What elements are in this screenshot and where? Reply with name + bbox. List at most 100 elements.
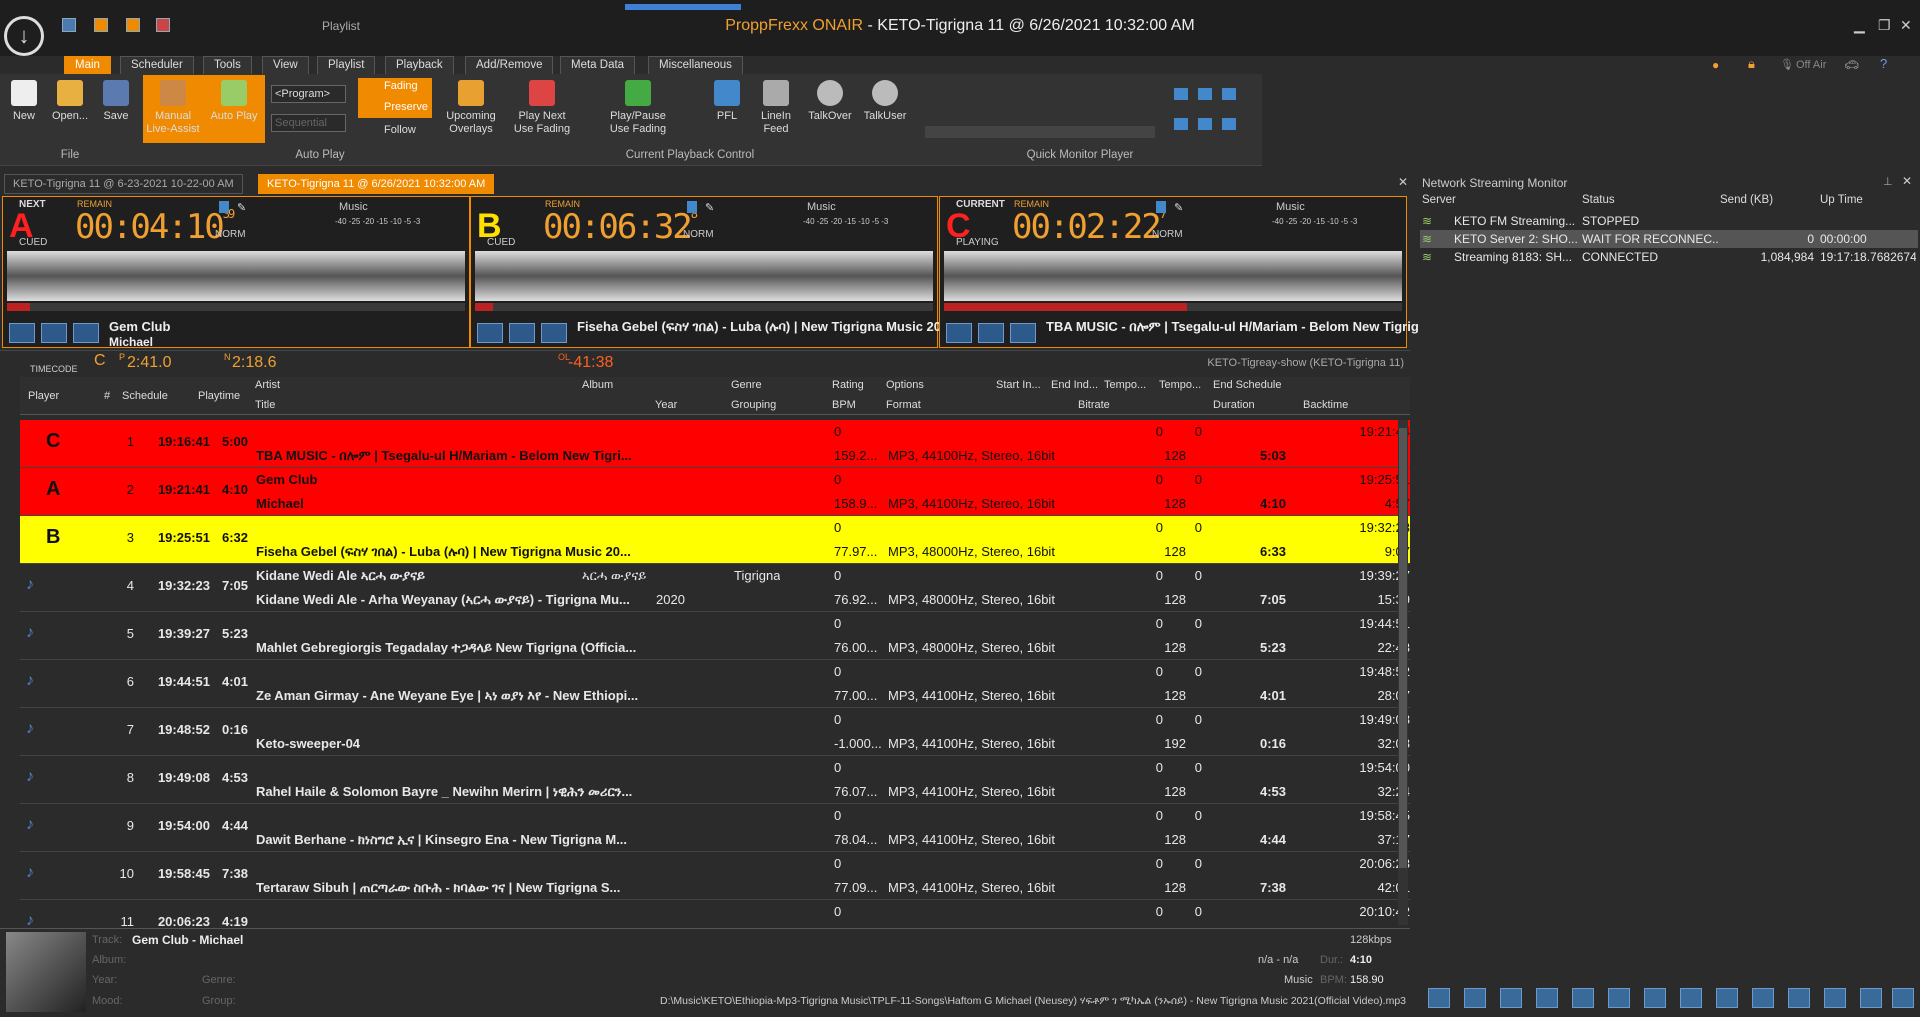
upcoming-overlays-button[interactable]: Upcoming Overlays [442,80,500,136]
delete-icon[interactable] [1892,988,1914,1008]
scroll-thumb[interactable] [1399,428,1407,868]
playlist-scrollbar[interactable] [1398,420,1408,925]
restore-icon[interactable]: ❐ [1878,17,1891,34]
tab-tools[interactable]: Tools [203,56,252,74]
deck-edit-icon[interactable]: ✎ [237,201,246,214]
play-pause-button[interactable]: Play/Pause Use Fading [608,80,668,136]
off-air-label[interactable]: Off Air [1796,59,1826,71]
col-bpm[interactable]: BPM [832,399,856,411]
col-end-ind[interactable]: End Ind... [1051,379,1098,391]
deck-cue-button[interactable] [41,323,67,343]
manual-live-assist-button[interactable]: Manual Live-Assist [146,80,200,136]
col-album[interactable]: Album [582,379,613,391]
deck-play-icon[interactable] [1156,201,1166,213]
sequential-select[interactable]: Sequential [271,114,346,132]
table-row[interactable]: ♪ 6 19:44:51 4:01 0 0 0 19:48:52 Ze Aman … [20,660,1410,708]
auto-play-button[interactable]: Auto Play [208,80,260,123]
monitor-row[interactable]: ≋ Streaming 8183: SH... CONNECTED 1,084,… [1420,248,1918,266]
col-artist[interactable]: Artist [255,379,280,391]
table-row[interactable]: ♪ 8 19:49:08 4:53 0 0 0 19:54:00 Rahel Ha… [20,756,1410,804]
table-row[interactable]: C1 19:16:41 5:00 0 0 0 19:21:44 TBA MUSI… [20,420,1410,468]
deck-position-bar[interactable] [944,303,1402,311]
deck-back-button[interactable] [73,323,99,343]
col-playtime[interactable]: Playtime [198,390,240,402]
col-start-in[interactable]: Start In... [996,379,1041,391]
hourglass-icon[interactable] [1644,988,1666,1008]
table-row[interactable]: B3 19:25:51 6:32 0 0 0 19:32:23 Fiseha G… [20,516,1410,564]
refresh-icon[interactable] [1572,988,1594,1008]
monitor-pause-icon[interactable] [1198,88,1212,100]
doc-tab-previous[interactable]: KETO-Tigrigna 11 @ 6-23-2021 10-22-00 AM [4,174,243,194]
col-rating[interactable]: Rating [832,379,864,391]
talkover-button[interactable]: TalkOver [806,80,854,123]
tab-meta-data[interactable]: Meta Data [560,56,636,74]
col-tempo1[interactable]: Tempo... [1104,379,1146,391]
music-label[interactable]: Music [1276,201,1305,213]
deck-play-icon[interactable] [687,201,697,213]
pin-icon[interactable]: ⊥ [1883,175,1893,188]
tab-miscellaneous[interactable]: Miscellaneous [648,56,743,74]
table-row[interactable]: ♪ 9 19:54:00 4:44 0 0 0 19:58:45 Dawit Be… [20,804,1410,852]
table-row[interactable]: A2 19:21:41 4:10 Gem Club 0 0 0 19:25:51… [20,468,1410,516]
play-next-button[interactable]: Play Next Use Fading [512,80,572,136]
col-player[interactable]: Player [28,390,59,402]
monitor-forward-icon[interactable] [1198,118,1212,130]
col-duration[interactable]: Duration [1213,399,1255,411]
col-bitrate[interactable]: Bitrate [1078,399,1110,411]
mon-col-send[interactable]: Send (KB) [1720,194,1773,206]
undo-icon[interactable] [1680,988,1702,1008]
user-icon[interactable]: ● [1712,58,1719,72]
deck-position-bar[interactable] [7,303,465,311]
help-icon[interactable]: ? [1880,56,1887,71]
car-icon[interactable]: 🚗︎ [1844,58,1859,72]
talkuser-button[interactable]: TalkUser [862,80,908,123]
music-label[interactable]: Music [339,201,368,213]
globe-icon[interactable] [1860,988,1882,1008]
col-genre[interactable]: Genre [731,379,762,391]
table-row[interactable]: ♪ 7 19:48:52 0:16 0 0 0 19:49:08 Keto-swe… [20,708,1410,756]
mon-col-server[interactable]: Server [1422,194,1456,206]
minimize-icon[interactable]: ▁ [1854,17,1865,34]
panel-close-icon[interactable]: ✕ [1902,174,1912,188]
col-year[interactable]: Year [655,399,677,411]
deck-edit-icon[interactable]: ✎ [1174,201,1183,214]
deck-back-button[interactable] [541,323,567,343]
table-row[interactable]: ♪ 5 19:39:27 5:23 0 0 0 19:44:51 Mahlet G… [20,612,1410,660]
settings-icon[interactable] [1716,988,1738,1008]
open-button[interactable]: Open... [48,80,92,123]
tab-add-remove[interactable]: Add/Remove [465,56,554,74]
program-select[interactable]: <Program> [271,85,346,103]
monitor-play-icon[interactable] [1174,88,1188,100]
monitor-eject-icon[interactable] [1222,118,1236,130]
copy-icon[interactable] [1500,988,1522,1008]
music-label[interactable]: Music [807,201,836,213]
monitor-position-bar[interactable] [925,126,1155,138]
waveform[interactable] [7,251,465,301]
col-title[interactable]: Title [255,399,275,411]
deck-cue-button[interactable] [509,323,535,343]
deck-cue-button[interactable] [978,323,1004,343]
follow-option[interactable]: Follow [384,124,416,136]
monitor-row[interactable]: ≋ KETO Server 2: SHO... WAIT FOR RECONNE… [1420,230,1918,248]
monitor-row[interactable]: ≋ KETO FM Streaming... STOPPED [1420,212,1918,230]
col-tempo2[interactable]: Tempo... [1159,379,1201,391]
linein-feed-button[interactable]: LineIn Feed [756,80,796,136]
home2-icon[interactable] [1608,988,1630,1008]
edit-icon[interactable] [1824,988,1846,1008]
close-icon[interactable]: ✕ [1900,17,1912,34]
deck-position-bar[interactable] [475,303,933,311]
deck-play-button[interactable] [9,323,35,343]
deck-edit-icon[interactable]: ✎ [705,201,714,214]
tab-view[interactable]: View [262,56,309,74]
monitor-stop-icon[interactable] [1222,88,1236,100]
col-schedule[interactable]: Schedule [122,390,168,402]
tab-playback[interactable]: Playback [385,56,454,74]
lock-icon[interactable]: 🔒︎ [1748,56,1755,72]
notes-icon[interactable] [1788,988,1810,1008]
paste-icon[interactable] [1536,988,1558,1008]
tab-scheduler[interactable]: Scheduler [120,56,194,74]
zoom-icon[interactable] [1752,988,1774,1008]
deck-play-button[interactable] [946,323,972,343]
pfl-button[interactable]: PFL [712,80,742,123]
mic-icon[interactable]: 🎙︎ [1780,58,1794,71]
